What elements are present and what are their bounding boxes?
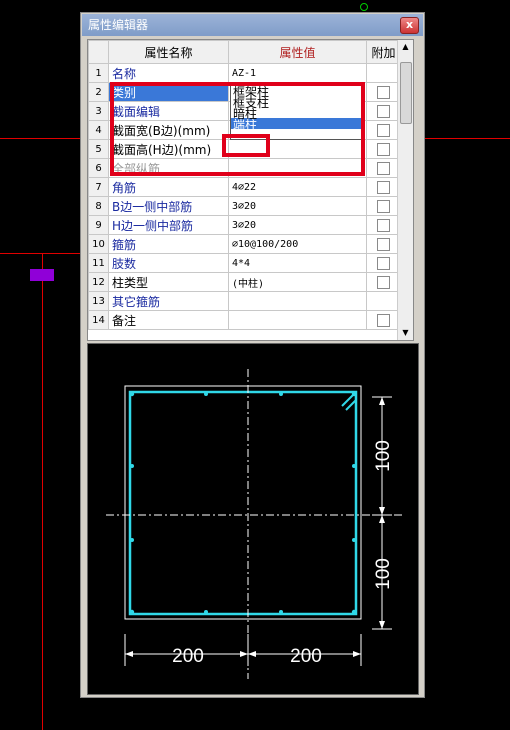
row-number: 11 <box>88 253 109 273</box>
extra-checkbox[interactable] <box>377 180 390 194</box>
cad-red-line-left <box>0 138 82 139</box>
property-value[interactable]: (中柱) <box>228 272 367 292</box>
property-value[interactable]: 4*4 <box>228 253 367 273</box>
extra-checkbox-cell <box>366 196 401 216</box>
property-value[interactable] <box>228 310 367 330</box>
header-value[interactable]: 属性值 <box>228 40 367 64</box>
scroll-down-icon[interactable]: ▼ <box>398 326 413 340</box>
window-title: 属性编辑器 <box>88 18 149 32</box>
annotation-highlight-category <box>110 82 365 176</box>
extra-checkbox-cell <box>366 139 401 159</box>
property-value[interactable] <box>228 291 367 311</box>
extra-checkbox[interactable] <box>377 142 390 156</box>
row-number: 7 <box>88 177 109 197</box>
extra-checkbox-cell <box>366 101 401 121</box>
table-row[interactable]: 8 B边一侧中部筋 3⌀20 <box>88 196 401 216</box>
extra-checkbox-cell <box>366 310 401 330</box>
row-number: 13 <box>88 291 109 311</box>
row-number: 6 <box>88 158 109 178</box>
extra-checkbox[interactable] <box>377 104 390 118</box>
section-drawing: 200 200 100 100 <box>106 369 403 679</box>
property-value[interactable]: 4⌀22 <box>228 177 367 197</box>
header-blank <box>88 40 109 64</box>
extra-checkbox-cell <box>366 82 401 102</box>
property-name[interactable]: 箍筋 <box>108 234 229 254</box>
extra-checkbox-cell <box>366 177 401 197</box>
extra-checkbox[interactable] <box>377 218 390 232</box>
scroll-thumb[interactable] <box>400 62 412 124</box>
row-number: 12 <box>88 272 109 292</box>
extra-checkbox[interactable] <box>377 161 390 175</box>
close-button[interactable]: x <box>400 17 419 34</box>
row-number: 10 <box>88 234 109 254</box>
property-name[interactable]: 角筋 <box>108 177 229 197</box>
vertical-scrollbar[interactable]: ▲ ▼ <box>397 40 413 340</box>
property-name[interactable]: 肢数 <box>108 253 229 273</box>
row-number: 14 <box>88 310 109 330</box>
row-number: 2 <box>88 82 109 102</box>
table-header-row: 属性名称 属性值 附加 <box>88 40 401 64</box>
table-row[interactable]: 1 名称 AZ-1 <box>88 63 401 83</box>
extra-checkbox[interactable] <box>377 237 390 251</box>
dim-height-bottom: 100 <box>373 558 394 590</box>
dim-width-left: 200 <box>172 646 204 667</box>
extra-checkbox-cell <box>366 253 401 273</box>
row-number: 4 <box>88 120 109 140</box>
annotation-highlight-option <box>222 134 270 157</box>
property-name[interactable]: 名称 <box>108 63 229 83</box>
extra-checkbox-cell <box>366 272 401 292</box>
table-row[interactable]: 13 其它箍筋 <box>88 291 401 311</box>
extra-checkbox[interactable] <box>377 313 390 327</box>
table-row[interactable]: 10 箍筋 ⌀10@100/200 <box>88 234 401 254</box>
table-row[interactable]: 11 肢数 4*4 <box>88 253 401 273</box>
property-value[interactable]: AZ-1 <box>228 63 367 83</box>
table-row[interactable]: 7 角筋 4⌀22 <box>88 177 401 197</box>
rebar-dots <box>129 391 357 615</box>
dim-height-top: 100 <box>373 440 394 472</box>
extra-checkbox-cell <box>366 120 401 140</box>
cad-purple-marker <box>30 269 54 281</box>
cad-snap-marker <box>360 3 368 11</box>
property-value[interactable]: ⌀10@100/200 <box>228 234 367 254</box>
header-name[interactable]: 属性名称 <box>108 40 229 64</box>
dim-width-right: 200 <box>290 646 322 667</box>
header-extra[interactable]: 附加 <box>366 40 401 64</box>
scroll-up-icon[interactable]: ▲ <box>398 40 413 54</box>
extra-checkbox[interactable] <box>377 256 390 270</box>
cad-red-line-left-2 <box>0 253 82 254</box>
row-number: 1 <box>88 63 109 83</box>
extra-checkbox-cell <box>366 63 401 83</box>
property-name[interactable]: 其它箍筋 <box>108 291 229 311</box>
extra-checkbox-cell <box>366 234 401 254</box>
row-number: 3 <box>88 101 109 121</box>
property-name[interactable]: 备注 <box>108 310 229 330</box>
property-value[interactable]: 3⌀20 <box>228 215 367 235</box>
window-titlebar[interactable]: 属性编辑器 x <box>82 14 423 36</box>
property-value[interactable]: 3⌀20 <box>228 196 367 216</box>
property-name[interactable]: H边一侧中部筋 <box>108 215 229 235</box>
extra-checkbox-cell <box>366 215 401 235</box>
extra-checkbox-cell <box>366 291 401 311</box>
cad-red-vline <box>42 253 43 730</box>
table-row[interactable]: 9 H边一侧中部筋 3⌀20 <box>88 215 401 235</box>
extra-checkbox[interactable] <box>377 123 390 137</box>
table-row[interactable]: 12 柱类型 (中柱) <box>88 272 401 292</box>
section-preview: 200 200 100 100 <box>87 343 419 695</box>
row-number: 8 <box>88 196 109 216</box>
row-number: 9 <box>88 215 109 235</box>
extra-checkbox[interactable] <box>377 199 390 213</box>
property-name[interactable]: 柱类型 <box>108 272 229 292</box>
extra-checkbox-cell <box>366 158 401 178</box>
stirrup <box>128 390 358 616</box>
property-name[interactable]: B边一侧中部筋 <box>108 196 229 216</box>
row-number: 5 <box>88 139 109 159</box>
extra-checkbox[interactable] <box>377 275 390 289</box>
table-row[interactable]: 14 备注 <box>88 310 401 330</box>
cad-red-line-right <box>425 138 510 139</box>
extra-checkbox[interactable] <box>377 85 390 99</box>
column-outline <box>124 385 362 620</box>
